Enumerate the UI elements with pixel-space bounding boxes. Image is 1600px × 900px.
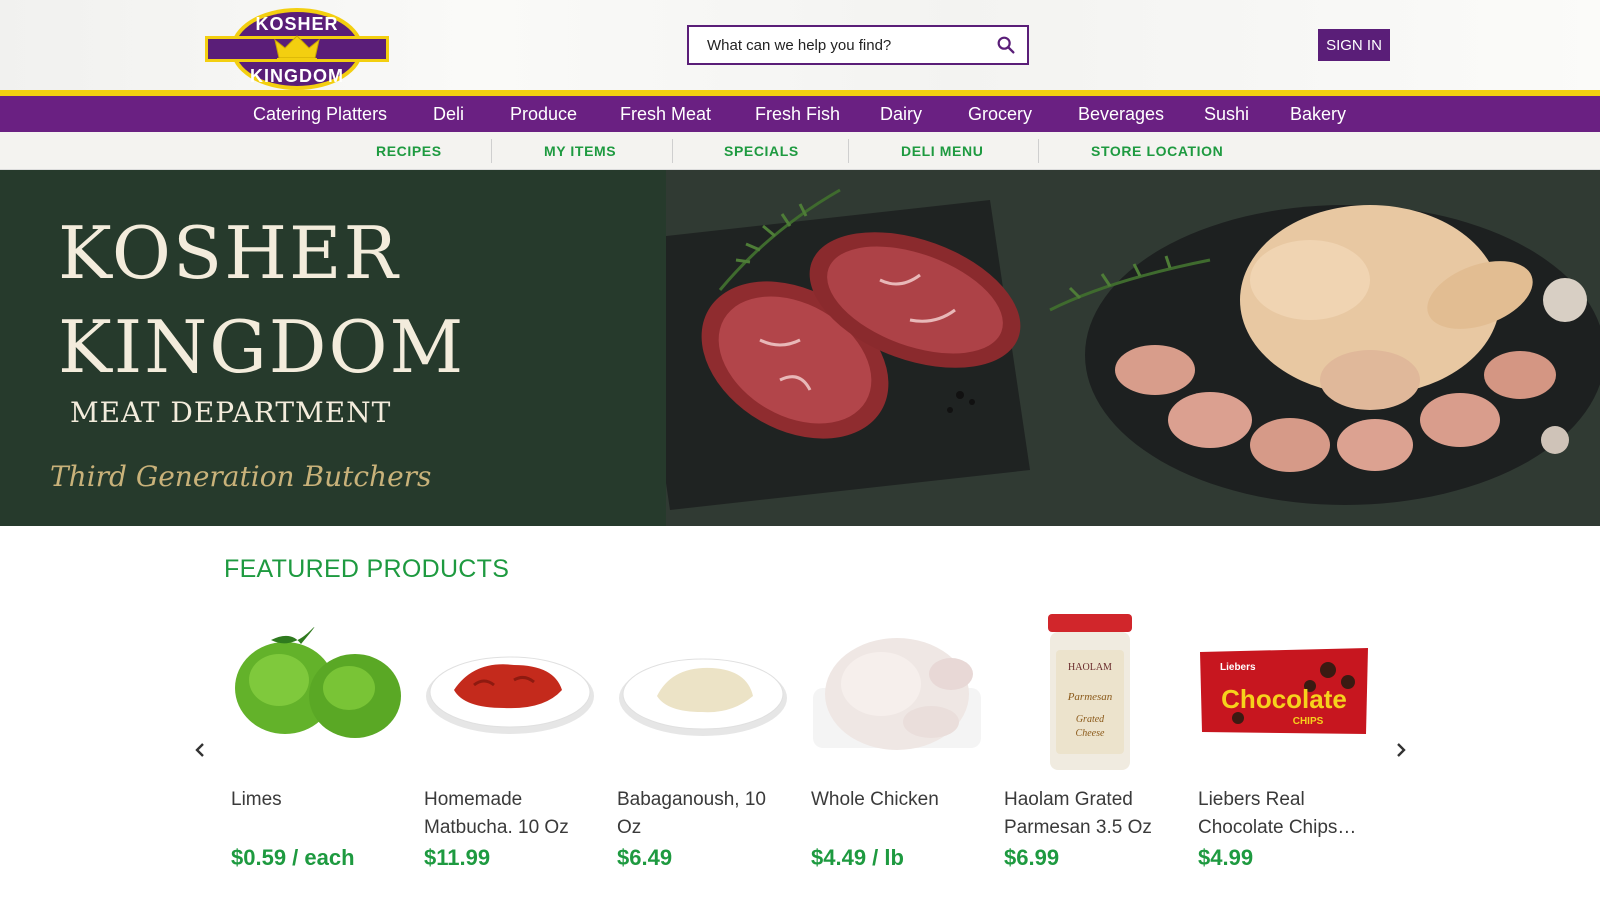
svg-text:KINGDOM: KINGDOM (250, 66, 344, 86)
secondary-nav: RECIPES MY ITEMS SPECIALS DELI MENU STOR… (0, 132, 1600, 170)
category-dairy[interactable]: Dairy (880, 96, 922, 132)
svg-text:CHIPS: CHIPS (1293, 716, 1324, 727)
product-name: Limes (231, 789, 282, 810)
nav-divider (672, 139, 673, 163)
nav-divider (491, 139, 492, 163)
nav-divider (848, 139, 849, 163)
hero-title: KOSHER KINGDOM (58, 206, 465, 394)
category-catering-platters[interactable]: Catering Platters (253, 96, 387, 132)
category-bakery[interactable]: Bakery (1290, 96, 1346, 132)
hero-banner[interactable]: KOSHER KINGDOM MEAT DEPARTMENT Third Gen… (0, 170, 1600, 526)
hero-text-panel: KOSHER KINGDOM MEAT DEPARTMENT Third Gen… (0, 170, 666, 526)
product-image-whole-chicken (813, 638, 981, 750)
product-card[interactable]: HAOLAM Parmesan Grated Cheese Haolam Gra… (1004, 610, 1176, 880)
hero-title-line-1: KOSHER (58, 211, 400, 295)
product-price: $4.49 / lb (811, 845, 904, 870)
product-image-parmesan: HAOLAM Parmesan Grated Cheese (1048, 614, 1132, 770)
category-deli[interactable]: Deli (433, 96, 464, 132)
category-grocery[interactable]: Grocery (968, 96, 1032, 132)
svg-text:Chocolate: Chocolate (1221, 684, 1347, 714)
nav-specials[interactable]: SPECIALS (724, 132, 799, 170)
hero-meat-image (610, 170, 1600, 526)
nav-divider (1038, 139, 1039, 163)
svg-text:Grated: Grated (1076, 714, 1105, 725)
svg-text:Liebers: Liebers (1220, 662, 1256, 673)
kosher-kingdom-logo[interactable]: KOSHER KINGDOM (205, 6, 389, 92)
chevron-left-icon[interactable] (188, 738, 212, 762)
svg-text:Parmesan: Parmesan (1067, 691, 1113, 703)
product-price: $0.59 / each (231, 845, 355, 870)
product-card[interactable]: Whole Chicken $4.49 / lb (811, 610, 983, 880)
category-fresh-meat[interactable]: Fresh Meat (620, 96, 711, 132)
nav-store-location[interactable]: STORE LOCATION (1091, 132, 1223, 170)
product-name: Liebers Real Chocolate Chips 9… (1198, 789, 1338, 838)
search-input[interactable] (689, 27, 979, 63)
nav-my-items[interactable]: MY ITEMS (544, 132, 616, 170)
product-price: $6.49 (617, 845, 673, 870)
product-price: $4.99 (1198, 845, 1254, 870)
product-name: Whole Chicken (811, 789, 939, 810)
svg-text:KOSHER: KOSHER (255, 14, 338, 34)
featured-products-title: FEATURED PRODUCTS (224, 555, 510, 583)
site-header: KOSHER KINGDOM SIGN IN (0, 0, 1600, 90)
product-card[interactable]: Liebers Chocolate CHIPS Liebers Real Cho… (1198, 610, 1370, 880)
svg-text:Cheese: Cheese (1076, 728, 1105, 739)
hero-title-line-2: KINGDOM (58, 305, 466, 389)
product-image-babaganoush (619, 658, 787, 736)
svg-text:HAOLAM: HAOLAM (1068, 662, 1112, 673)
product-card[interactable]: Homemade Matbucha. 10 Oz $11.99 (424, 610, 596, 880)
product-name: Haolam Grated Parmesan 3.5 Oz (1004, 789, 1152, 838)
category-fresh-fish[interactable]: Fresh Fish (755, 96, 840, 132)
category-produce[interactable]: Produce (510, 96, 577, 132)
product-card[interactable]: Limes $0.59 / each (231, 610, 403, 880)
product-card[interactable]: Babaganoush, 10 Oz $6.49 (617, 610, 789, 880)
product-image-chocolate-chips: Liebers Chocolate CHIPS (1200, 648, 1368, 734)
product-image-limes (235, 627, 401, 738)
nav-recipes[interactable]: RECIPES (376, 132, 442, 170)
sign-in-button[interactable]: SIGN IN (1318, 29, 1390, 61)
category-beverages[interactable]: Beverages (1078, 96, 1164, 132)
product-image-matbucha (426, 656, 594, 734)
chevron-right-icon[interactable] (1389, 738, 1413, 762)
nav-deli-menu[interactable]: DELI MENU (901, 132, 983, 170)
product-name: Babaganoush, 10 Oz (617, 789, 766, 838)
category-nav: Catering Platters Deli Produce Fresh Mea… (0, 96, 1600, 132)
product-price: $11.99 (424, 845, 491, 870)
hero-tagline: Third Generation Butchers (50, 460, 432, 493)
search-box (687, 25, 1029, 65)
search-icon[interactable] (995, 34, 1017, 56)
hero-subtitle: MEAT DEPARTMENT (70, 396, 392, 429)
product-price: $6.99 (1004, 845, 1060, 870)
category-sushi[interactable]: Sushi (1204, 96, 1249, 132)
product-name: Homemade Matbucha. 10 Oz (424, 789, 569, 838)
